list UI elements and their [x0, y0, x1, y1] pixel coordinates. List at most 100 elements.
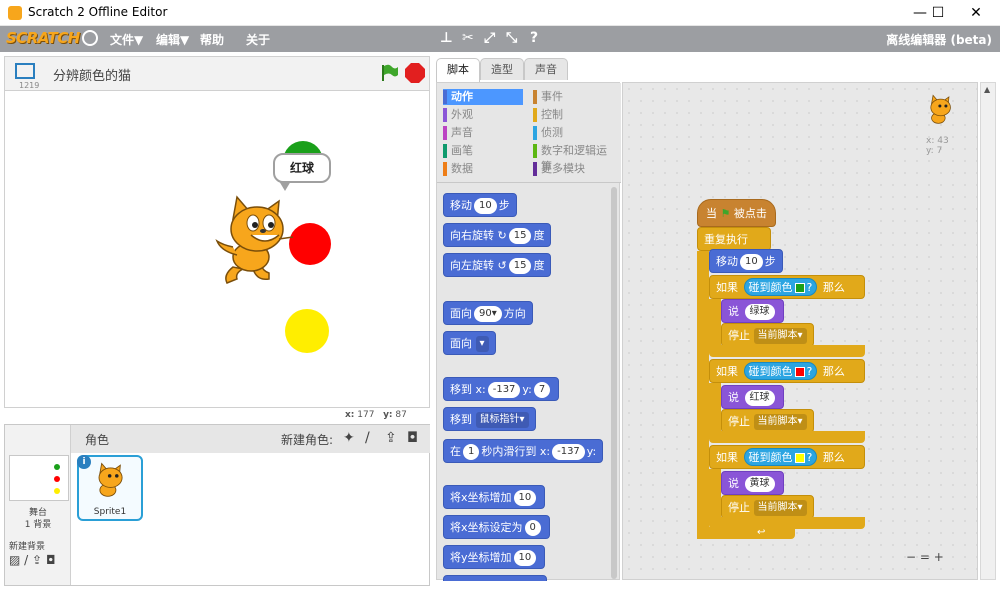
- block-turn-right[interactable]: 向右旋转 ↻ 15 度: [443, 223, 552, 247]
- block-goto[interactable]: 移到 鼠标指针▾: [443, 407, 536, 431]
- say-yellow-block[interactable]: 说 黄球: [721, 471, 784, 495]
- sprite-position-readout: x: 43 y: 7: [926, 136, 949, 156]
- script-move-steps[interactable]: 移动 10 步: [709, 249, 783, 273]
- zoom-in-icon[interactable]: +: [934, 550, 944, 564]
- zoom-out-icon[interactable]: −: [906, 550, 916, 564]
- new-sprite-label: 新建角色:: [281, 433, 334, 447]
- tab-costumes[interactable]: 造型: [480, 58, 524, 80]
- backdrop-upload-icon[interactable]: ⇪: [32, 553, 42, 567]
- sprite-upload-icon[interactable]: ⇪: [385, 430, 397, 446]
- category-sound[interactable]: 声音: [443, 125, 523, 141]
- touching-yellow-condition[interactable]: 碰到颜色?: [743, 448, 818, 466]
- touching-green-condition[interactable]: 碰到颜色?: [743, 278, 818, 296]
- green-flag-icon[interactable]: [379, 63, 399, 83]
- category-looks[interactable]: 外观: [443, 107, 523, 123]
- scroll-up-icon[interactable]: ▲: [984, 85, 990, 94]
- category-motion[interactable]: 动作: [443, 89, 523, 105]
- shrink-icon[interactable]: ⤡: [506, 30, 517, 46]
- block-glide[interactable]: 在 1 秒内滑行到 x: -137 y:: [443, 439, 604, 463]
- backdrop-library-icon[interactable]: ▨: [9, 553, 20, 567]
- backdrop-camera-icon[interactable]: ◘: [46, 553, 56, 567]
- category-events[interactable]: 事件: [533, 89, 617, 105]
- block-move-steps[interactable]: 移动 10 步: [443, 193, 517, 217]
- block-goto-xy[interactable]: 移到 x: -137 y: 7: [443, 377, 560, 401]
- block-set-x[interactable]: 将x坐标设定为 0: [443, 515, 550, 539]
- block-change-y[interactable]: 将y坐标增加 10: [443, 545, 546, 569]
- window-title: Scratch 2 Offline Editor: [28, 5, 168, 19]
- if-green-arm: [709, 299, 721, 347]
- sprite-info-icon[interactable]: i: [77, 455, 91, 469]
- cat-sprite[interactable]: [213, 195, 303, 287]
- stop-sign-icon[interactable]: [405, 63, 425, 83]
- script-area-scrollbar[interactable]: ▲: [980, 82, 996, 580]
- stage-thumbnail-column: 舞台 1 背景 新建背景 ▨ / ⇪ ◘: [5, 425, 71, 585]
- stage-canvas[interactable]: 红球: [4, 90, 430, 408]
- menu-bar: SCRATCH 文件▼ 编辑▼ 帮助 关于 ⊥ ✂ ⤢ ⤡ ? 离线编辑器 (b…: [0, 26, 1000, 52]
- menu-help[interactable]: 帮助: [200, 31, 224, 48]
- tab-sounds[interactable]: 声音: [524, 58, 568, 80]
- if-yellow-bottom: [709, 517, 865, 529]
- sprite-camera-icon[interactable]: ◘: [407, 430, 418, 446]
- block-change-x[interactable]: 将x坐标增加 10: [443, 485, 546, 509]
- say-red-block[interactable]: 说 红球: [721, 385, 784, 409]
- backdrop-paint-icon[interactable]: /: [24, 553, 28, 567]
- zoom-controls: − = +: [906, 550, 944, 564]
- sprites-heading: 角色: [85, 433, 110, 447]
- speech-bubble-tail: [279, 181, 291, 191]
- thumb-green-dot: [54, 464, 60, 470]
- sprite-name: Sprite1: [93, 507, 127, 517]
- category-more-blocks[interactable]: 更多模块: [533, 161, 617, 177]
- if-green-block[interactable]: 如果 碰到颜色? 那么: [709, 275, 865, 299]
- stop-block-1[interactable]: 停止 当前脚本▾: [721, 323, 814, 347]
- project-title[interactable]: 分辨颜色的猫: [53, 65, 131, 84]
- if-red-bottom: [709, 431, 865, 443]
- turn-right-icon: ↻: [497, 229, 507, 242]
- stop-block-2[interactable]: 停止 当前脚本▾: [721, 409, 814, 433]
- menu-edit[interactable]: 编辑▼: [156, 31, 189, 48]
- if-red-block[interactable]: 如果 碰到颜色? 那么: [709, 359, 865, 383]
- block-turn-left[interactable]: 向左旋转 ↺ 15 度: [443, 253, 552, 277]
- category-pen[interactable]: 画笔: [443, 143, 523, 159]
- menu-file[interactable]: 文件▼: [110, 31, 143, 48]
- hat-when-flag-clicked[interactable]: 当 ⚑ 被点击: [697, 199, 776, 227]
- menu-about[interactable]: 关于: [246, 31, 270, 48]
- sprite-library-icon[interactable]: ✦: [343, 430, 355, 446]
- say-green-block[interactable]: 说 绿球: [721, 299, 784, 323]
- maximize-button[interactable]: ☐: [918, 0, 958, 26]
- scratch-logo[interactable]: SCRATCH: [6, 29, 80, 47]
- category-sensing[interactable]: 侦测: [533, 125, 617, 141]
- delete-scissors-icon[interactable]: ✂: [462, 30, 474, 46]
- category-operators[interactable]: 数字和逻辑运算: [533, 143, 617, 173]
- mouse-x-value: 177: [357, 410, 375, 420]
- touching-red-condition[interactable]: 碰到颜色?: [743, 362, 818, 380]
- stop-block-3[interactable]: 停止 当前脚本▾: [721, 495, 814, 519]
- help-block-icon[interactable]: ?: [530, 30, 538, 46]
- block-forever[interactable]: 重复执行: [697, 227, 771, 251]
- close-button[interactable]: ✕: [956, 0, 996, 26]
- new-backdrop-icons: ▨ / ⇪ ◘: [9, 553, 55, 567]
- category-control[interactable]: 控制: [533, 107, 617, 123]
- yellow-ball: [285, 309, 329, 353]
- duplicate-stamp-icon[interactable]: ⊥: [440, 30, 453, 46]
- palette-scrollbar[interactable]: [611, 187, 617, 579]
- turn-left-icon: ↺: [497, 259, 507, 272]
- block-partial[interactable]: [443, 575, 547, 581]
- if-red-arm: [709, 383, 721, 431]
- if-yellow-block[interactable]: 如果 碰到颜色? 那么: [709, 445, 865, 469]
- hat-green-flag-icon: ⚑: [720, 207, 731, 220]
- stage-thumbnail[interactable]: [9, 455, 69, 501]
- block-point-towards[interactable]: 面向 ▾: [443, 331, 496, 355]
- backdrop-count: 1 背景: [24, 520, 52, 530]
- sprite-card[interactable]: i Sprite1: [77, 455, 143, 521]
- block-point-direction[interactable]: 面向 90▾ 方向: [443, 301, 533, 325]
- fullscreen-icon[interactable]: [15, 63, 35, 79]
- zoom-reset-icon[interactable]: =: [920, 550, 930, 564]
- language-globe-icon[interactable]: [82, 30, 98, 46]
- sprite-pane-header: 角色 新建角色: ✦ / ⇪ ◘: [71, 425, 430, 453]
- tab-scripts[interactable]: 脚本: [436, 58, 480, 82]
- grow-icon[interactable]: ⤢: [484, 30, 495, 46]
- mouse-x-label: x:: [345, 410, 355, 420]
- category-data[interactable]: 数据: [443, 161, 523, 177]
- sprite-paint-icon[interactable]: /: [365, 430, 370, 446]
- script-area[interactable]: 当 ⚑ 被点击 重复执行 移动 10 步 如果 碰到颜色? 那么 说 绿球 停止 当…: [622, 82, 978, 580]
